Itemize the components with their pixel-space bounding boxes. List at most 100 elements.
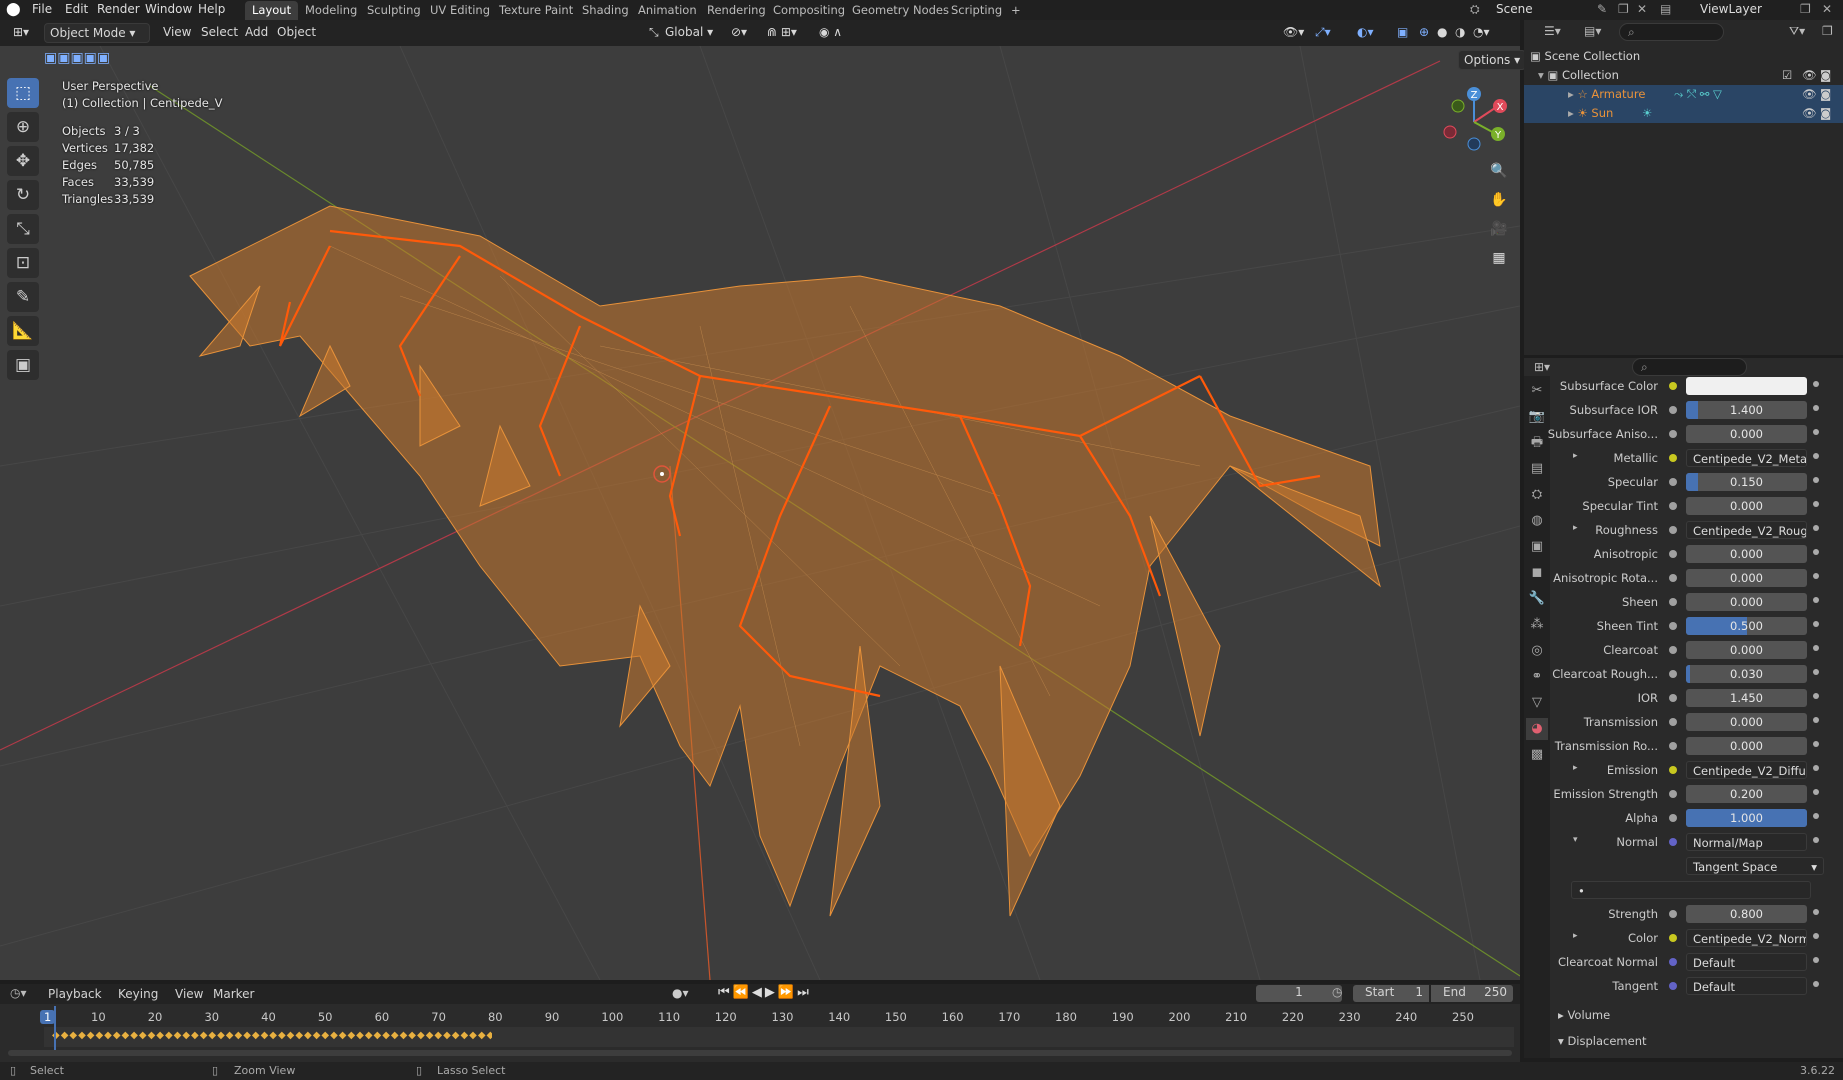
view-layer-name[interactable]: ViewLayer	[1700, 2, 1762, 16]
keyframe-dot-icon[interactable]	[1813, 381, 1819, 387]
camera-icon[interactable]: ◙	[1820, 66, 1831, 85]
keyframe-track[interactable]: ◆◆◆◆◆◆◆◆◆◆◆◆◆◆◆◆◆◆◆◆◆◆◆◆◆◆◆◆◆◆◆◆◆◆◆◆◆◆◆◆…	[44, 1027, 1514, 1047]
keyframe-dot-icon[interactable]	[1813, 549, 1819, 555]
navigation-gizmo[interactable]: Z X Y	[1438, 82, 1518, 162]
expand-arrow-icon[interactable]: ▸	[1568, 106, 1574, 120]
start-frame-field[interactable]: Start 1	[1353, 985, 1429, 1002]
delete-view-layer-icon[interactable]: ✕	[1822, 2, 1832, 16]
number-slider[interactable]: 0.000	[1686, 569, 1807, 587]
linked-node-field[interactable]: Centipede_V2_Rough...	[1686, 521, 1807, 539]
display-mode-icon[interactable]: ▤▾	[1584, 24, 1601, 38]
menu-add[interactable]: Add	[240, 23, 273, 43]
menu-file[interactable]: File	[32, 2, 52, 16]
add-workspace-button[interactable]: +	[1004, 1, 1028, 20]
number-slider[interactable]: 0.500	[1686, 617, 1807, 635]
socket-dot-icon[interactable]	[1669, 502, 1677, 510]
tab-layout[interactable]: Layout	[245, 1, 299, 20]
snap-icon[interactable]: ⋒ ⊞▾	[762, 23, 802, 43]
keyframe-dot-icon[interactable]	[1813, 525, 1819, 531]
eye-icon[interactable]: 👁	[1802, 85, 1817, 104]
menu-edit[interactable]: Edit	[65, 2, 88, 16]
keyframe-dot-icon[interactable]	[1813, 669, 1819, 675]
number-slider[interactable]: 0.000	[1686, 497, 1807, 515]
properties-search-input[interactable]: ⌕	[1632, 358, 1747, 376]
select-box-tool-icon[interactable]: ⬚	[7, 78, 39, 108]
number-slider[interactable]: 1.000	[1686, 809, 1807, 827]
blender-logo-icon[interactable]: ⬤	[6, 2, 21, 17]
filter-icon[interactable]: ⛛▾	[1789, 24, 1805, 39]
socket-dot-icon[interactable]	[1669, 550, 1677, 558]
expand-arrow-icon[interactable]: ▸	[1573, 931, 1578, 941]
data-tab-icon[interactable]: ▽	[1526, 692, 1548, 714]
world-tab-icon[interactable]: ◍	[1526, 510, 1548, 532]
tab-geometry-nodes[interactable]: Geometry Nodes	[845, 1, 956, 20]
socket-dot-icon[interactable]	[1669, 958, 1677, 966]
camera-view-icon[interactable]: 🎥	[1488, 218, 1510, 240]
keyframe-dot-icon[interactable]	[1813, 909, 1819, 915]
rotate-tool-icon[interactable]: ↻	[7, 180, 39, 210]
expand-arrow-icon[interactable]: ▸	[1573, 523, 1578, 533]
number-slider[interactable]: 0.000	[1686, 641, 1807, 659]
socket-dot-icon[interactable]	[1669, 430, 1677, 438]
timeline-editor-icon[interactable]: ◷▾	[10, 986, 27, 1000]
current-frame-field[interactable]: 1	[1256, 985, 1342, 1002]
tab-uv-editing[interactable]: UV Editing	[423, 1, 497, 20]
tangent-space-dropdown[interactable]: Tangent Space ▾	[1686, 857, 1824, 875]
pivot-icon[interactable]: ⊘▾	[726, 23, 752, 43]
constraints-tab-icon[interactable]: ⚭	[1526, 666, 1548, 688]
view-layer-tab-icon[interactable]: ▤	[1526, 458, 1548, 480]
number-slider[interactable]: 0.000	[1686, 713, 1807, 731]
number-slider[interactable]: 1.450	[1686, 689, 1807, 707]
editor-type-icon[interactable]: ⊞▾	[8, 23, 34, 43]
eye-icon[interactable]: 👁	[1802, 66, 1817, 85]
menu-marker[interactable]: Marker	[213, 987, 254, 1001]
expand-arrow-icon[interactable]: ▸	[1573, 451, 1578, 461]
socket-dot-icon[interactable]	[1669, 454, 1677, 462]
menu-object[interactable]: Object	[272, 23, 321, 43]
keyframe-dot-icon[interactable]	[1813, 597, 1819, 603]
socket-dot-icon[interactable]	[1669, 742, 1677, 750]
uv-map-field[interactable]: •	[1571, 881, 1811, 899]
zoom-icon[interactable]: 🔍	[1488, 160, 1510, 182]
cursor-tool-icon[interactable]: ⊕	[7, 112, 39, 142]
orientation-selector[interactable]: Global ▾	[660, 23, 718, 43]
socket-dot-icon[interactable]	[1669, 478, 1677, 486]
delete-scene-icon[interactable]: ✕	[1637, 2, 1647, 16]
proportional-edit-icon[interactable]: ◉ ∧	[814, 23, 847, 43]
end-frame-field[interactable]: End 250	[1431, 985, 1513, 1002]
socket-dot-icon[interactable]	[1669, 622, 1677, 630]
number-slider[interactable]: 1.400	[1686, 401, 1807, 419]
menu-keying[interactable]: Keying	[118, 987, 158, 1001]
output-tab-icon[interactable]: 🖶	[1526, 432, 1548, 454]
menu-help[interactable]: Help	[198, 2, 225, 16]
keyframe-dot-icon[interactable]	[1813, 645, 1819, 651]
preview-range-icon[interactable]: ◷	[1332, 985, 1342, 999]
outliner-row-scene-collection[interactable]: ▣ Scene Collection	[1524, 47, 1843, 66]
texture-tab-icon[interactable]: ▩	[1526, 744, 1548, 766]
scene-name[interactable]: Scene	[1496, 2, 1533, 16]
outliner-editor-icon[interactable]: ☰▾	[1544, 24, 1561, 38]
menu-playback[interactable]: Playback	[48, 987, 102, 1001]
panel-displacement[interactable]: ▾ Displacement	[1558, 1034, 1836, 1054]
menu-render[interactable]: Render	[97, 2, 140, 16]
number-slider[interactable]: 0.030	[1686, 665, 1807, 683]
keyframe-dot-icon[interactable]	[1813, 813, 1819, 819]
collection-tab-icon[interactable]: ▣	[1526, 536, 1548, 558]
scene-tab-icon[interactable]: ⛭	[1526, 484, 1548, 506]
expand-arrow-icon[interactable]: ▸	[1573, 763, 1578, 773]
tab-animation[interactable]: Animation	[631, 1, 704, 20]
socket-dot-icon[interactable]	[1669, 910, 1677, 918]
transform-tool-icon[interactable]: ⊡	[7, 248, 39, 278]
options-dropdown[interactable]: Options ▾	[1458, 50, 1527, 70]
linked-node-field[interactable]: Centipede_V2_Metalli...	[1686, 449, 1807, 467]
keyframe-dot-icon[interactable]	[1813, 477, 1819, 483]
particles-tab-icon[interactable]: ⁂	[1526, 614, 1548, 636]
outliner-row-collection[interactable]: ▾ ▣ Collection ☑ 👁 ◙	[1524, 66, 1843, 85]
record-icon[interactable]: ●▾	[672, 986, 689, 1000]
perspective-grid-icon[interactable]: ▦	[1488, 247, 1510, 269]
menu-select[interactable]: Select	[196, 23, 243, 43]
new-scene-icon[interactable]: ❐	[1618, 2, 1629, 16]
keyframe-dot-icon[interactable]	[1813, 981, 1819, 987]
tab-modeling[interactable]: Modeling	[298, 1, 364, 20]
socket-dot-icon[interactable]	[1669, 838, 1677, 846]
